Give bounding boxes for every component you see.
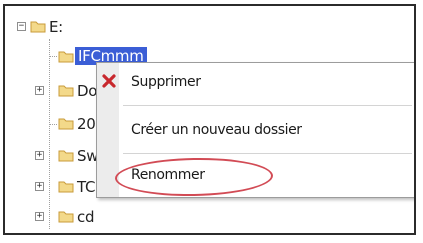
- folder-icon: [58, 211, 74, 223]
- menu-item-label: Supprimer: [131, 74, 201, 90]
- expand-icon[interactable]: +: [35, 151, 44, 160]
- folder-icon: [30, 21, 46, 33]
- tree-item[interactable]: 20: [5, 113, 105, 135]
- expand-icon[interactable]: +: [35, 182, 44, 191]
- tree-item[interactable]: + Sw: [5, 145, 105, 167]
- tree-item-label: cd: [77, 208, 95, 226]
- tree-root[interactable]: − E:: [5, 16, 125, 38]
- menu-item-label: Créer un nouveau dossier: [131, 122, 302, 138]
- menu-separator: [123, 153, 412, 154]
- tree-root-label: E:: [49, 18, 63, 36]
- folder-tree-window: − E: IFCmmm + Do 20 + Sw + TC + cd Suppr…: [3, 4, 416, 235]
- delete-icon: [102, 74, 116, 88]
- menu-item-delete[interactable]: Supprimer: [97, 69, 414, 99]
- tree-item[interactable]: + cd: [5, 206, 105, 228]
- tree-item[interactable]: + TC: [5, 176, 105, 198]
- expand-icon[interactable]: +: [35, 86, 44, 95]
- collapse-icon[interactable]: −: [17, 22, 26, 31]
- folder-icon: [58, 51, 74, 63]
- tree-item[interactable]: + Do: [5, 80, 105, 102]
- expand-icon[interactable]: +: [35, 212, 44, 221]
- folder-icon: [58, 150, 74, 162]
- tree-item-label: TC: [77, 178, 96, 196]
- folder-icon: [58, 118, 74, 130]
- tree-item-label: Do: [77, 82, 98, 100]
- tree-item-label: 20: [77, 115, 96, 133]
- folder-icon: [58, 85, 74, 97]
- folder-icon: [58, 181, 74, 193]
- menu-item-new-folder[interactable]: Créer un nouveau dossier: [97, 117, 414, 147]
- menu-separator: [123, 105, 412, 106]
